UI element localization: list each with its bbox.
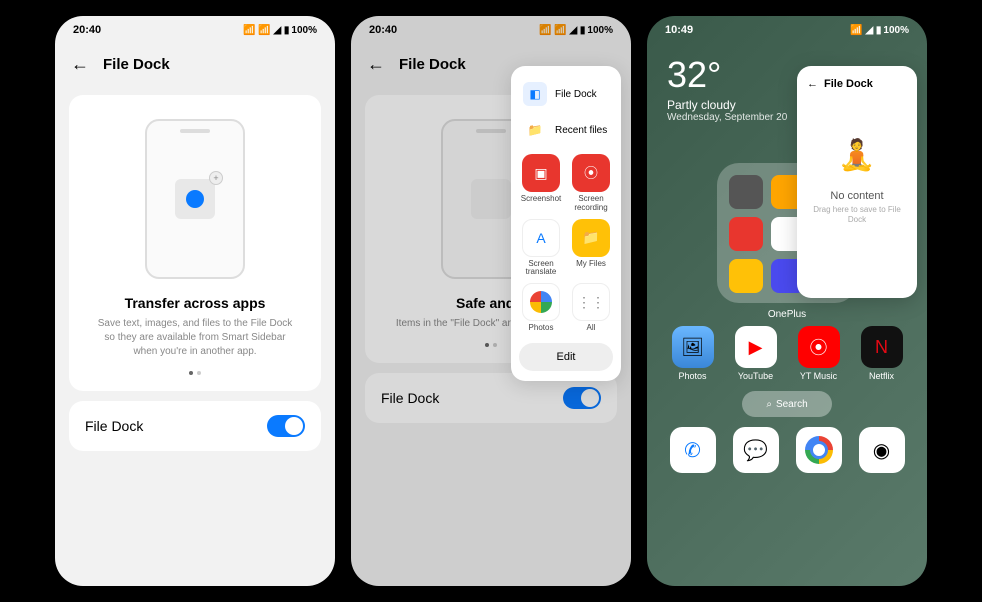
app-photos[interactable]: 🖼 Photos [672, 326, 714, 381]
app-tile[interactable] [729, 217, 763, 251]
toggle-label: File Dock [85, 418, 143, 434]
header: ← File Dock [55, 44, 335, 85]
tool-my-files[interactable]: 📁 My Files [569, 219, 613, 278]
phone-screen-2: 20:40 📶 📶 ◢ ▮100% ← File Dock Safe and s… [351, 16, 631, 586]
phone-screen-1: 20:40 📶 📶 ◢ ▮100% ← File Dock + Transfer… [55, 16, 335, 586]
search-icon: ⌕ [766, 399, 772, 410]
dock-phone[interactable]: ✆ [670, 427, 716, 473]
sidebar-item-recent-files[interactable]: 📁 Recent files [519, 112, 613, 148]
status-icons: 📶 📶 ◢ ▮100% [243, 25, 317, 36]
smart-sidebar: ◧ File Dock 📁 Recent files ▣ Screenshot … [511, 66, 621, 381]
folder-icon: 📁 [523, 118, 547, 142]
status-icons: 📶 ◢ ▮100% [850, 25, 909, 36]
yt-music-icon: ⦿ [798, 326, 840, 368]
translate-icon: A [522, 219, 560, 257]
app-tile[interactable] [729, 259, 763, 293]
file-dock-panel: ← File Dock 🧘 No content Drag here to sa… [797, 66, 917, 298]
edit-button[interactable]: Edit [519, 343, 613, 371]
card-desc: Save text, images, and files to the File… [85, 317, 305, 359]
no-content-label: No content [807, 190, 907, 202]
app-tile[interactable] [729, 175, 763, 209]
status-time: 10:49 [665, 24, 693, 36]
tool-all[interactable]: ⋮⋮ All [569, 283, 613, 333]
info-card: + Transfer across apps Save text, images… [69, 95, 321, 391]
app-youtube[interactable]: ▶ YouTube [735, 326, 777, 381]
app-netflix[interactable]: N Netflix [861, 326, 903, 381]
folder-label: OnePlus [647, 309, 927, 320]
tool-screenshot[interactable]: ▣ Screenshot [519, 154, 563, 213]
file-dock-header: ← File Dock [807, 78, 907, 90]
status-time: 20:40 [73, 24, 101, 36]
phone-screen-3: 10:49 📶 ◢ ▮100% 32° Partly cloudy Wednes… [647, 16, 927, 586]
page-indicator [85, 371, 305, 375]
tool-photos[interactable]: Photos [519, 283, 563, 333]
app-yt-music[interactable]: ⦿ YT Music [798, 326, 840, 381]
dock-chrome[interactable] [796, 427, 842, 473]
dock: ✆ 💬 ◉ [647, 421, 927, 479]
status-bar: 20:40 📶 📶 ◢ ▮100% [55, 16, 335, 44]
files-icon: 📁 [572, 219, 610, 257]
tool-screen-translate[interactable]: A Screen translate [519, 219, 563, 278]
photos-app-icon: 🖼 [672, 326, 714, 368]
empty-illustration: 🧘 [827, 130, 887, 180]
page-title: File Dock [103, 56, 170, 73]
status-bar: 10:49 📶 ◢ ▮100% [647, 16, 927, 44]
search-button[interactable]: ⌕ Search [742, 391, 832, 417]
dock-messages[interactable]: 💬 [733, 427, 779, 473]
screenshot-icon: ▣ [522, 154, 560, 192]
back-icon[interactable]: ← [71, 54, 89, 75]
tool-screen-recording[interactable]: ⦿ Screen recording [569, 154, 613, 213]
phone-illustration: + [145, 119, 245, 279]
dock-camera[interactable]: ◉ [859, 427, 905, 473]
app-row: 🖼 Photos ▶ YouTube ⦿ YT Music N Netflix [647, 320, 927, 387]
toggle-switch[interactable] [267, 415, 305, 437]
no-content-desc: Drag here to save to File Dock [807, 205, 907, 226]
youtube-icon: ▶ [735, 326, 777, 368]
file-dock-toggle-row[interactable]: File Dock [69, 401, 321, 451]
netflix-icon: N [861, 326, 903, 368]
sidebar-item-file-dock[interactable]: ◧ File Dock [519, 76, 613, 112]
record-icon: ⦿ [572, 154, 610, 192]
photos-icon [522, 283, 560, 321]
back-icon[interactable]: ← [807, 78, 818, 90]
file-dock-icon: ◧ [523, 82, 547, 106]
all-icon: ⋮⋮ [572, 283, 610, 321]
card-title: Transfer across apps [85, 295, 305, 311]
